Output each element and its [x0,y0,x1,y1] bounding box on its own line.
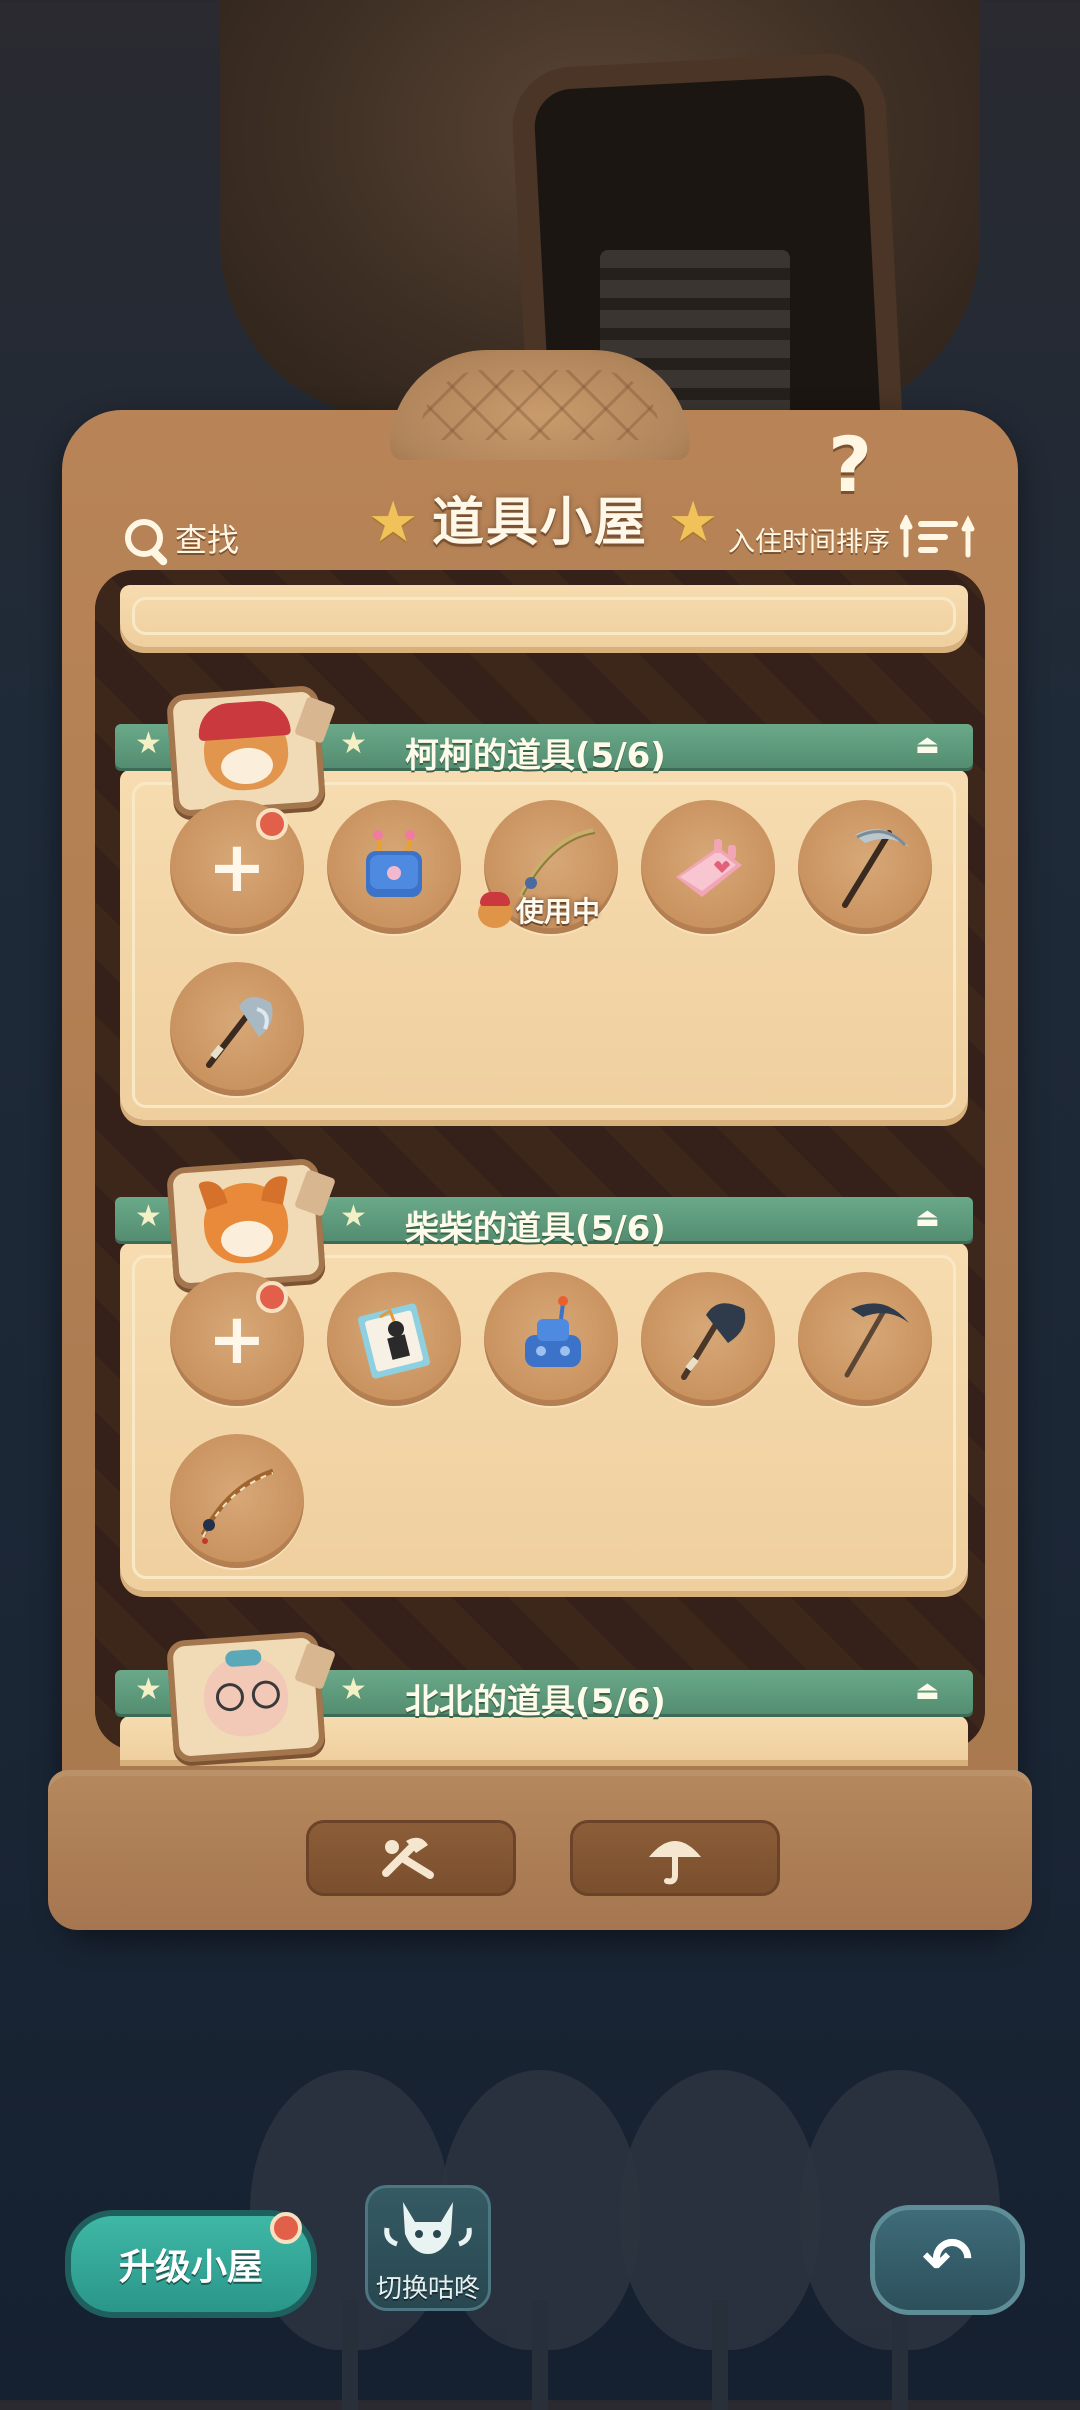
cabinet-base [48,1770,1032,1930]
section-label: 北北的道具(5/6) [405,1682,666,1722]
banner-star-icon: ★ [340,1199,367,1234]
section-label: 柴柴的道具(5/6) [405,1209,666,1249]
tool-slot-blue-console[interactable] [327,800,461,934]
collapse-icon[interactable]: ⏏ [915,730,947,760]
banner-star-icon: ★ [135,1672,162,1707]
fishing-rod-icon [200,1468,274,1544]
card-pack-icon [357,1303,431,1379]
banner-star-icon: ★ [135,726,162,761]
search-button[interactable]: 查找 [125,515,239,561]
section-label: 柯柯的道具(5/6) [405,736,666,776]
tool-slot-pink-console[interactable] [641,800,775,934]
tool-slot-card-pack[interactable] [327,1272,461,1406]
pickaxe-icon [842,829,909,908]
search-label: 查找 [175,521,240,559]
pink-game-console-icon [676,839,742,897]
switch-character-button[interactable]: 切换咕咚 [365,2185,491,2311]
avatar-keke [165,684,327,818]
help-button[interactable]: ? [820,420,880,509]
sort-order-icon[interactable] [899,513,978,559]
collapse-icon[interactable]: ⏏ [915,1203,947,1233]
plus-icon: + [207,1298,267,1380]
tool-slot-fishing-rod[interactable] [170,1434,304,1568]
in-use-label: 使用中 [516,895,601,928]
blue-game-console-icon [366,830,422,897]
keke-mini-avatar-icon [478,892,512,928]
umbrella-icon [649,1841,701,1885]
character-silhouette-icon [384,2202,472,2254]
tool-slot-pickaxe[interactable] [798,800,932,934]
filter-button[interactable] [306,1820,516,1896]
notification-dot [256,808,288,840]
notification-dot [256,1281,288,1313]
cabinet-bread-top [390,350,690,460]
tool-slot-blue-console[interactable] [484,1272,618,1406]
axe-icon [206,996,273,1068]
plus-icon: + [207,826,267,908]
previous-panel-bottom [120,585,968,647]
page-title: 道具小屋 [431,493,648,553]
dark-pickaxe-icon [844,1303,909,1378]
blue-game-console-icon [525,1296,581,1367]
avatar-beibei [165,1630,327,1764]
dark-axe-icon [681,1303,746,1380]
banner-star-icon: ★ [340,726,367,761]
collapse-icon[interactable]: ⏏ [915,1676,947,1706]
tool-slot-dark-axe[interactable] [641,1272,775,1406]
switch-character-label: 切换咕咚 [375,2274,480,2304]
back-arrow-icon: ↶ [922,2225,973,2295]
notification-dot [270,2212,302,2244]
tool-slot-dark-pickaxe[interactable] [798,1272,932,1406]
avatar-chaichai [165,1157,327,1291]
back-button[interactable]: ↶ [870,2205,1025,2315]
in-use-indicator: 使用中 [478,890,600,930]
title-star-right-icon: ★ [668,490,719,555]
tools-icon [382,1837,434,1879]
sort-label[interactable]: 入住时间排序 [728,520,890,559]
umbrella-button[interactable] [570,1820,780,1896]
banner-star-icon: ★ [340,1672,367,1707]
banner-star-icon: ★ [135,1199,162,1234]
search-icon [125,519,163,557]
tool-slot-axe[interactable] [170,962,304,1096]
